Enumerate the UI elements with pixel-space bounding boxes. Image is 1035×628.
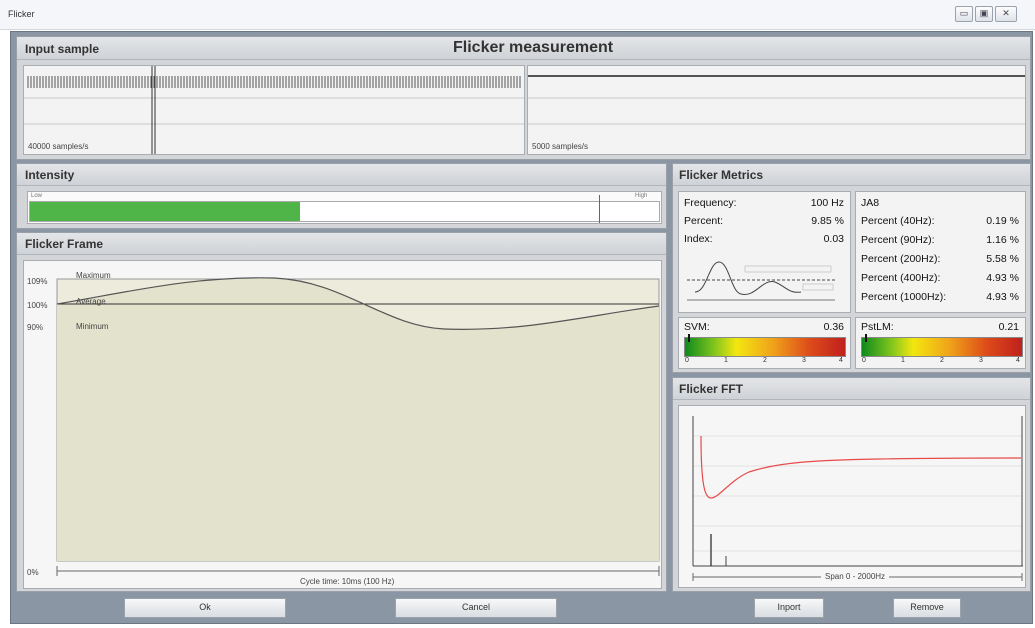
flicker-fft-header: Flicker FFT (673, 378, 1030, 400)
flicker-fft-panel: Flicker FFT Span 0 - 2000Hz (672, 377, 1031, 592)
ja8-90hz-label: Percent (90Hz): (861, 234, 935, 246)
svm-marker (688, 334, 690, 342)
svm-box: SVM: 0.36 0 1 2 3 4 (678, 317, 851, 369)
label-minimum: Minimum (76, 322, 109, 331)
pstlm-tick-1: 1 (901, 357, 905, 364)
intensity-low-label: Low (31, 193, 43, 199)
label-maximum: Maximum (76, 271, 111, 280)
ja8-metrics-box: JA8 Percent (40Hz): 0.19 % Percent (90Hz… (855, 191, 1026, 313)
flicker-metrics-title: Flicker Metrics (679, 168, 764, 182)
svm-tick-1: 1 (724, 357, 728, 364)
index-label: Index: (684, 233, 713, 245)
pstlm-marker (865, 334, 867, 342)
input-sample-right-plot: 5000 samples/s (527, 65, 1026, 155)
flicker-waveform-plot (56, 277, 660, 576)
pstlm-tick-2: 2 (940, 357, 944, 364)
ok-button[interactable]: Ok (124, 598, 286, 618)
window-titlebar: Flicker ▭ ▣ ✕ (0, 0, 1035, 30)
remove-button[interactable]: Remove (893, 598, 961, 618)
pstlm-scale-bar (861, 337, 1023, 357)
pstlm-tick-3: 3 (979, 357, 983, 364)
y-tick-109: 109% (27, 277, 48, 286)
import-button[interactable]: Inport (754, 598, 824, 618)
y-tick-100: 100% (27, 301, 48, 310)
fft-plot (692, 416, 1023, 581)
svm-tick-3: 3 (802, 357, 806, 364)
page-title: Flicker measurement (453, 39, 614, 56)
label-average: Average (76, 297, 106, 306)
cycle-time-caption: Cycle time: 10ms (100 Hz) (296, 577, 399, 586)
flicker-frame-panel: Flicker Frame 109% 100% 90% 0% Maximum A… (16, 232, 667, 592)
maximize-button[interactable]: ▣ (975, 6, 993, 22)
minimize-button[interactable]: ▭ (955, 6, 973, 22)
ja8-200hz-label: Percent (200Hz): (861, 253, 941, 265)
intensity-track (29, 201, 660, 222)
intensity-meter: Low High (27, 191, 662, 224)
svm-tick-4: 4 (839, 357, 843, 364)
frequency-value: 100 Hz (810, 197, 844, 209)
svm-value: 0.36 (823, 321, 844, 333)
percent-label: Percent: (684, 215, 724, 227)
frequency-label: Frequency: (684, 197, 737, 209)
fft-span-caption: Span 0 - 2000Hz (821, 572, 890, 581)
intensity-header: Intensity (17, 164, 666, 186)
pstlm-value: 0.21 (998, 321, 1019, 333)
ja8-200hz-value: 5.58 % (986, 253, 1019, 265)
svm-label: SVM: (684, 321, 710, 333)
y-tick-90: 90% (27, 323, 44, 332)
input-sample-left-plot: 40000 samples/s (23, 65, 525, 155)
intensity-high-label: High (635, 193, 648, 199)
flicker-frame-chart: 109% 100% 90% 0% Maximum Average Minimum… (23, 260, 662, 589)
cancel-button[interactable]: Cancel (395, 598, 557, 618)
ja8-title: JA8 (861, 197, 880, 209)
sample-rate-left: 40000 samples/s (28, 142, 89, 151)
pstlm-label: PstLM: (861, 321, 894, 333)
ja8-40hz-value: 0.19 % (986, 215, 1019, 227)
pstlm-box: PstLM: 0.21 0 1 2 3 4 (855, 317, 1026, 369)
pstlm-tick-4: 4 (1016, 357, 1020, 364)
index-value: 0.03 (823, 233, 844, 245)
flicker-frame-title: Flicker Frame (25, 237, 104, 251)
percent-value: 9.85 % (811, 215, 844, 227)
intensity-title: Intensity (25, 168, 75, 182)
ja8-40hz-label: Percent (40Hz): (861, 215, 935, 227)
ja8-1000hz-value: 4.93 % (986, 291, 1019, 303)
sample-rate-right: 5000 samples/s (532, 142, 589, 151)
ja8-90hz-value: 1.16 % (986, 234, 1019, 246)
svm-tick-0: 0 (685, 357, 689, 364)
flicker-frame-header: Flicker Frame (17, 233, 666, 255)
ja8-1000hz-label: Percent (1000Hz): (861, 291, 947, 303)
flicker-metrics-panel: Flicker Metrics Frequency: 100 Hz Percen… (672, 163, 1031, 373)
flicker-metrics-header: Flicker Metrics (673, 164, 1030, 186)
y-tick-0: 0% (27, 568, 39, 577)
input-sample-header: Input sample Flicker measurement (17, 37, 1030, 60)
svm-scale-bar (684, 337, 846, 357)
close-button[interactable]: ✕ (995, 6, 1017, 22)
intensity-marker (599, 195, 600, 223)
svm-tick-2: 2 (763, 357, 767, 364)
input-sample-panel: Input sample Flicker measurement 40000 s… (16, 36, 1031, 160)
waveform-5k (528, 75, 1025, 125)
intensity-panel: Intensity Low High (16, 163, 667, 229)
window-title: Flicker (8, 9, 35, 19)
waveform-40k (24, 66, 524, 154)
flicker-fft-title: Flicker FFT (679, 382, 744, 396)
fft-chart: Span 0 - 2000Hz (678, 405, 1026, 588)
basic-metrics-box: Frequency: 100 Hz Percent: 9.85 % Index:… (678, 191, 851, 313)
input-sample-title: Input sample (25, 42, 100, 56)
ja8-400hz-value: 4.93 % (986, 272, 1019, 284)
flicker-index-diagram (687, 261, 835, 301)
pstlm-tick-0: 0 (862, 357, 866, 364)
intensity-level-bar (30, 202, 301, 221)
ja8-400hz-label: Percent (400Hz): (861, 272, 941, 284)
